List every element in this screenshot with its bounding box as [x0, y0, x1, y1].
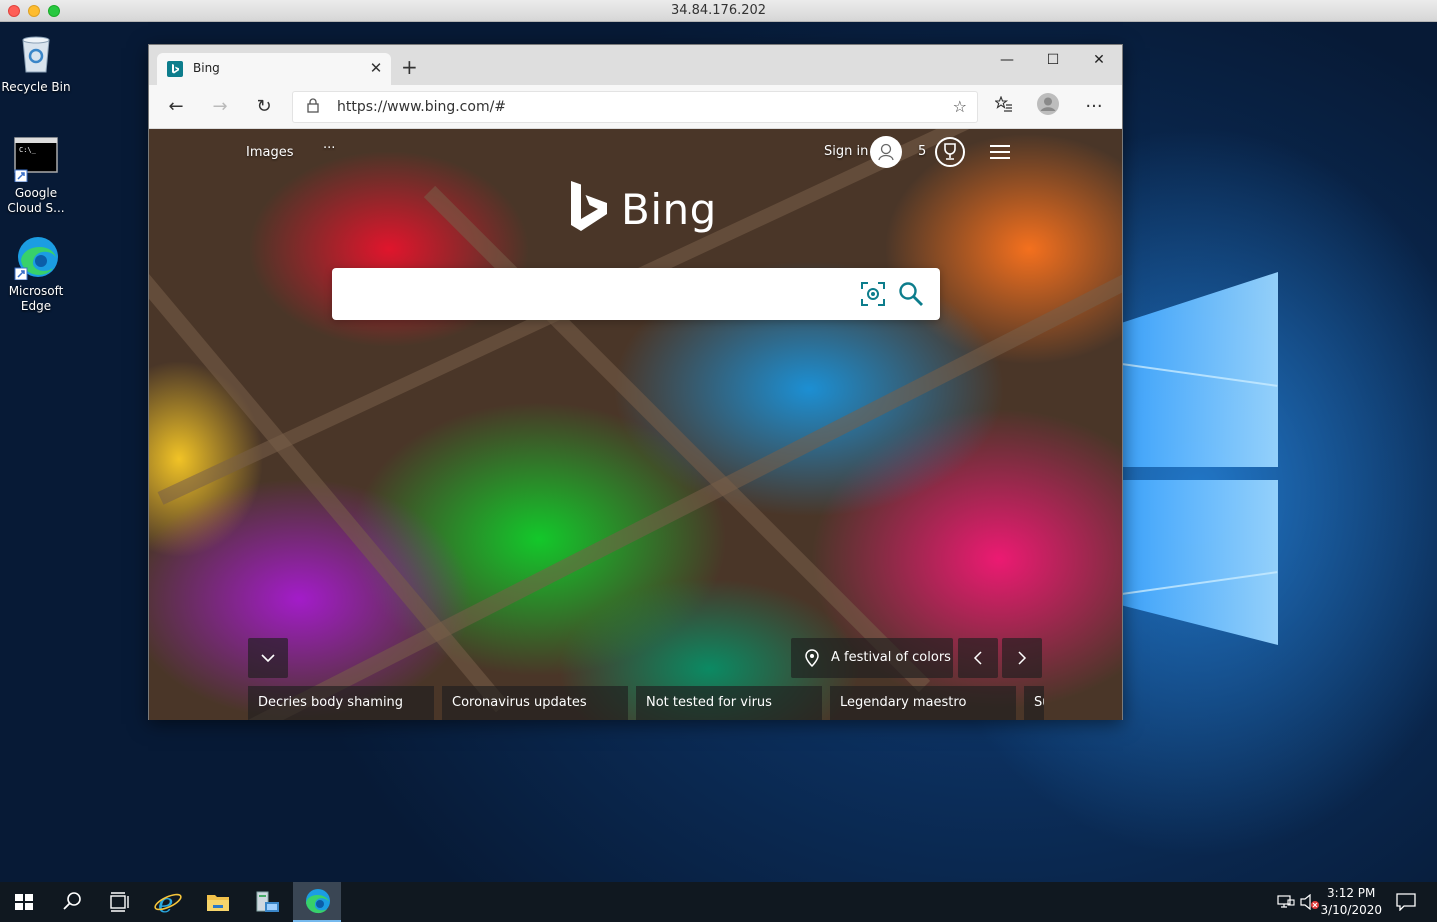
tab-close-icon[interactable]: ✕ [367, 59, 385, 77]
user-avatar-icon[interactable] [870, 136, 902, 168]
scroll-down-button[interactable] [248, 638, 288, 678]
search-taskbar-button[interactable] [48, 882, 96, 922]
windows-logo-pane-bottom [1122, 480, 1278, 645]
news-item[interactable]: Su [1024, 686, 1044, 720]
previous-image-button[interactable] [958, 638, 998, 678]
file-explorer-taskbar[interactable] [194, 882, 242, 922]
server-manager-taskbar[interactable] [243, 882, 291, 922]
back-button[interactable]: ← [161, 93, 191, 121]
bing-homepage: Images ··· Sign in 5 Bing A festival of … [149, 129, 1122, 720]
minimize-button[interactable]: — [984, 45, 1030, 75]
windows-start-icon [15, 894, 33, 910]
mac-close-button[interactable] [8, 5, 20, 17]
image-caption: A festival of colors [831, 650, 951, 665]
desktop-icon-google-cloud[interactable]: C:\_ Google Cloud S... [0, 136, 72, 216]
windows-logo-pane-top [1122, 272, 1278, 467]
tab-title: Bing [193, 61, 220, 75]
task-view-icon [110, 892, 129, 912]
volume-muted-icon[interactable] [1300, 893, 1320, 914]
forward-button[interactable]: → [205, 93, 235, 121]
tab-bar: Bing ✕ + — ☐ ✕ [149, 45, 1122, 85]
bing-wordmark: Bing [621, 185, 717, 234]
rewards-trophy-icon[interactable] [935, 137, 965, 167]
more-links-button[interactable]: ··· [323, 141, 335, 156]
close-window-button[interactable]: ✕ [1076, 45, 1122, 75]
navigation-bar: ← → ↻ https://www.bing.com/# ☆ ··· [149, 85, 1122, 129]
news-item[interactable]: Legendary maestro [830, 686, 1016, 720]
edge-taskbar[interactable] [293, 882, 341, 922]
sign-in-link[interactable]: Sign in [824, 144, 868, 159]
maximize-button[interactable]: ☐ [1030, 45, 1076, 75]
taskbar: e 3:12 PM 3/10/2020 [0, 882, 1437, 922]
svg-text:e: e [158, 889, 173, 919]
recycle-bin-icon [13, 30, 59, 76]
location-pin-icon [805, 649, 819, 671]
terminal-shortcut-icon: C:\_ [13, 136, 59, 183]
clock-time: 3:12 PM [1327, 886, 1376, 900]
news-item[interactable]: Coronavirus updates [442, 686, 628, 720]
mac-minimize-button[interactable] [28, 5, 40, 17]
start-button[interactable] [0, 882, 48, 922]
news-item[interactable]: Decries body shaming [248, 686, 434, 720]
address-bar[interactable]: https://www.bing.com/# ☆ [292, 91, 978, 123]
internet-explorer-taskbar[interactable]: e [144, 882, 192, 922]
server-manager-icon [256, 891, 279, 912]
chevron-left-icon [973, 651, 982, 665]
settings-more-button[interactable]: ··· [1079, 93, 1109, 121]
task-view-button[interactable] [96, 882, 144, 922]
search-icon [63, 892, 81, 910]
search-box[interactable] [332, 268, 940, 320]
visual-search-icon[interactable] [860, 281, 886, 311]
rewards-count: 5 [918, 144, 927, 159]
refresh-button[interactable]: ↻ [249, 93, 279, 121]
desktop-icon-label: Microsoft Edge [8, 284, 64, 313]
chevron-right-icon [1018, 651, 1027, 665]
system-clock[interactable]: 3:12 PM 3/10/2020 [1320, 885, 1382, 919]
desktop-icon-recycle-bin[interactable]: Recycle Bin [0, 30, 72, 95]
host-title-bar: 34.84.176.202 [0, 0, 1437, 22]
edge-icon [13, 234, 59, 281]
hamburger-menu-icon[interactable] [990, 145, 1010, 159]
chevron-down-icon [261, 654, 275, 663]
network-icon[interactable] [1277, 894, 1295, 914]
internet-explorer-icon: e [154, 889, 182, 919]
search-icon[interactable] [898, 281, 924, 311]
desktop-icon-edge[interactable]: Microsoft Edge [0, 234, 72, 314]
svg-text:C:\_: C:\_ [19, 146, 37, 154]
lock-icon [307, 98, 319, 117]
tab-bing[interactable]: Bing ✕ [157, 53, 391, 85]
desktop-icon-label: Recycle Bin [1, 80, 71, 94]
news-item[interactable]: Not tested for virus [636, 686, 822, 720]
images-link[interactable]: Images [246, 145, 294, 160]
next-image-button[interactable] [1002, 638, 1042, 678]
host-title: 34.84.176.202 [670, 3, 767, 18]
desktop-icon-label: Google Cloud S... [7, 186, 65, 215]
new-tab-button[interactable]: + [401, 55, 418, 79]
edge-icon [306, 889, 330, 914]
bing-favicon-icon [167, 61, 183, 77]
image-info-button[interactable]: A festival of colors [791, 638, 953, 678]
address-url: https://www.bing.com/# [337, 99, 507, 115]
folder-icon [207, 895, 229, 911]
profile-avatar-icon[interactable] [1033, 93, 1063, 121]
bing-logo-icon [569, 181, 609, 239]
edge-browser-window: Bing ✕ + — ☐ ✕ ← → ↻ https://www.bing.co… [148, 44, 1123, 720]
mac-zoom-button[interactable] [48, 5, 60, 17]
notifications-icon[interactable] [1396, 893, 1416, 915]
clock-date: 3/10/2020 [1320, 903, 1382, 917]
favorite-star-icon[interactable]: ☆ [953, 97, 967, 116]
favorites-list-icon[interactable] [989, 93, 1019, 121]
